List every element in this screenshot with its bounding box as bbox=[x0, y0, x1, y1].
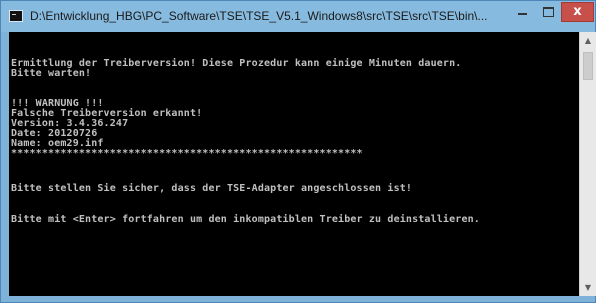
scroll-down-arrow-icon[interactable]: ▼ bbox=[580, 279, 596, 296]
console-app-icon[interactable] bbox=[9, 10, 23, 22]
console-separator: ****************************************… bbox=[11, 148, 363, 159]
scroll-up-arrow-icon[interactable]: ▲ bbox=[580, 32, 596, 49]
console-output[interactable]: Ermittlung der Treiberversion! Diese Pro… bbox=[9, 32, 579, 296]
title-bar[interactable]: D:\Entwicklung_HBG\PC_Software\TSE\TSE_V… bbox=[1, 1, 595, 32]
close-icon: x bbox=[573, 4, 582, 19]
console-line: Bitte mit <Enter> fortfahren um den inko… bbox=[11, 214, 480, 225]
window-title: D:\Entwicklung_HBG\PC_Software\TSE\TSE_V… bbox=[30, 9, 488, 23]
minimize-button[interactable] bbox=[509, 2, 535, 22]
console-line: Bitte stellen Sie sicher, dass der TSE-A… bbox=[11, 183, 413, 194]
console-window: D:\Entwicklung_HBG\PC_Software\TSE\TSE_V… bbox=[0, 0, 596, 303]
console-line: Bitte warten! bbox=[11, 68, 92, 79]
vertical-scrollbar[interactable]: ▲ ▼ bbox=[579, 32, 596, 296]
scroll-thumb[interactable] bbox=[583, 52, 593, 80]
window-bottom-frame bbox=[1, 296, 595, 302]
maximize-button[interactable] bbox=[535, 2, 561, 22]
close-button[interactable]: x bbox=[561, 2, 594, 22]
